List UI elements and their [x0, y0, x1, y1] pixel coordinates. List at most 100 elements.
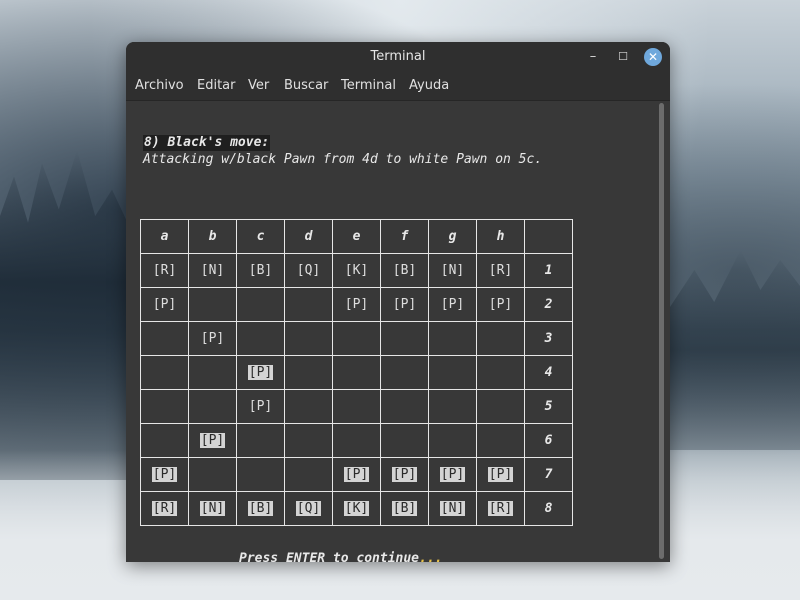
board-row: [P] 3	[140, 321, 573, 356]
white-piece: [P]	[487, 467, 514, 482]
board-cell: [P]	[140, 457, 189, 492]
white-piece: [P]	[343, 467, 370, 482]
board-cell	[284, 321, 333, 356]
continue-prompt-text: Press ENTER to continue	[239, 551, 420, 562]
board-cell: [Q]	[284, 253, 333, 288]
board-cell: [B]	[380, 491, 429, 526]
menu-terminal[interactable]: Terminal	[341, 72, 396, 100]
title-bar[interactable]: Terminal – ☐ ✕	[126, 42, 670, 72]
board-cell	[428, 423, 477, 458]
minimize-icon[interactable]: –	[583, 47, 603, 67]
black-piece: [P]	[200, 331, 225, 346]
scrollbar[interactable]	[659, 103, 664, 559]
black-piece: [Q]	[296, 263, 321, 278]
board-cell: [P]	[380, 457, 429, 492]
board-column-header: c	[236, 219, 285, 254]
board-cell	[188, 287, 237, 322]
board-cell	[380, 355, 429, 390]
background-forest-left	[0, 150, 140, 480]
black-piece: [P]	[344, 297, 369, 312]
board-cell	[428, 355, 477, 390]
board-cell: [R]	[140, 253, 189, 288]
board-cell: [P]	[236, 389, 285, 424]
white-piece: [N]	[199, 501, 226, 516]
board-cell	[236, 321, 285, 356]
menu-bar: Archivo Editar Ver Buscar Terminal Ayuda	[126, 72, 670, 101]
board-cell: [R]	[140, 491, 189, 526]
move-heading: 8) Black's move:	[143, 135, 271, 151]
board-cell: [N]	[428, 253, 477, 288]
white-piece: [P]	[391, 467, 418, 482]
maximize-icon[interactable]: ☐	[613, 47, 633, 67]
board-column-header: f	[380, 219, 429, 254]
board-cell	[380, 321, 429, 356]
board-cell: [B]	[380, 253, 429, 288]
board-cell	[476, 321, 525, 356]
board-cell: [P]	[380, 287, 429, 322]
chess-board: a b c d e f g h [R] [N] [B] [Q] [K] [B] [N] [R] 1 [P] [P][…	[140, 219, 573, 526]
white-piece: [P]	[151, 467, 178, 482]
board-cell	[476, 389, 525, 424]
board-cell	[236, 457, 285, 492]
board-cell	[428, 389, 477, 424]
white-piece: [Q]	[295, 501, 322, 516]
white-piece: [P]	[247, 365, 274, 380]
board-row: [P] [P] [P] [P] [P] 2	[140, 287, 573, 322]
board-rank-label: 4	[524, 355, 573, 390]
board-cell: [P]	[476, 457, 525, 492]
board-cell	[332, 423, 381, 458]
board-column-header: h	[476, 219, 525, 254]
white-piece: [P]	[439, 467, 466, 482]
menu-editar[interactable]: Editar	[197, 72, 236, 100]
white-piece: [P]	[199, 433, 226, 448]
board-cell: [N]	[188, 491, 237, 526]
board-cell	[284, 389, 333, 424]
board-cell	[284, 355, 333, 390]
menu-ayuda[interactable]: Ayuda	[409, 72, 449, 100]
board-column-header	[524, 219, 573, 254]
menu-buscar[interactable]: Buscar	[284, 72, 328, 100]
board-cell	[188, 355, 237, 390]
board-cell	[188, 457, 237, 492]
board-cell	[284, 457, 333, 492]
menu-archivo[interactable]: Archivo	[135, 72, 184, 100]
board-cell	[476, 355, 525, 390]
board-cell	[236, 287, 285, 322]
white-piece: [B]	[247, 501, 274, 516]
terminal-content[interactable]: 8) Black's move: Attacking w/black Pawn …	[126, 101, 670, 562]
board-cell	[332, 355, 381, 390]
menu-ver[interactable]: Ver	[248, 72, 269, 100]
board-row: [R] [N] [B] [Q] [K] [B] [N] [R] 8	[140, 491, 573, 526]
board-rank-label: 1	[524, 253, 573, 288]
board-cell: [P]	[428, 287, 477, 322]
board-cell: [B]	[236, 253, 285, 288]
board-cell: [N]	[428, 491, 477, 526]
board-header-row: abcdefgh	[140, 219, 573, 254]
board-row: [P] [P] [P] [P] [P] 7	[140, 457, 573, 492]
board-cell: [K]	[332, 491, 381, 526]
board-cell	[332, 321, 381, 356]
board-rank-label: 5	[524, 389, 573, 424]
board-cell: [P]	[428, 457, 477, 492]
board-cell	[140, 355, 189, 390]
board-cell	[428, 321, 477, 356]
board-rank-label: 7	[524, 457, 573, 492]
board-column-header: g	[428, 219, 477, 254]
board-cell: [R]	[476, 253, 525, 288]
board-cell: [P]	[140, 287, 189, 322]
black-piece: [R]	[152, 263, 177, 278]
close-icon[interactable]: ✕	[644, 48, 662, 66]
board-cell: [P]	[332, 457, 381, 492]
board-cell: [B]	[236, 491, 285, 526]
board-cell	[332, 389, 381, 424]
board-cell: [P]	[188, 321, 237, 356]
board-cell	[188, 389, 237, 424]
board-cell	[284, 423, 333, 458]
board-cell: [P]	[188, 423, 237, 458]
board-column-header: a	[140, 219, 189, 254]
board-cell: [Q]	[284, 491, 333, 526]
board-cell: [P]	[476, 287, 525, 322]
board-cell	[380, 389, 429, 424]
board-row: [P] 6	[140, 423, 573, 458]
board-column-header: e	[332, 219, 381, 254]
